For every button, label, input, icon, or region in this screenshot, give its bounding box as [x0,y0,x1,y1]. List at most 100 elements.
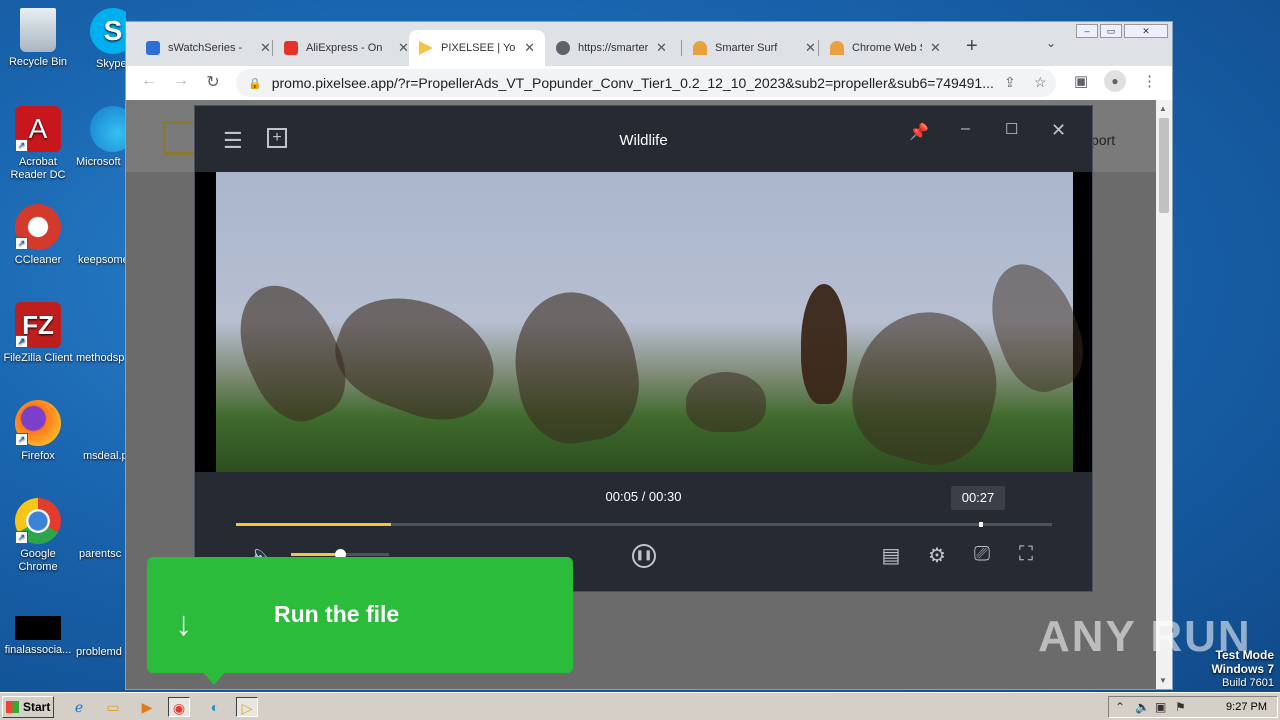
start-label: Start [23,700,51,714]
skype-icon[interactable]: S Skype [76,8,126,71]
finalassocia-icon[interactable]: finalassocia... [0,616,76,657]
tab-label: sWatchSeries - [168,42,243,54]
skype-label: Skype [96,58,126,70]
edge-taskbar-icon[interactable]: ◐ [204,697,226,717]
new-tab-plus-icon[interactable]: + [966,35,978,58]
problemd-label: problemd [76,646,122,658]
tab-strip: sWatchSeries - ✕ AliExpress - On ✕ PIXEL… [126,22,1172,66]
browser-menu-kebab-icon[interactable]: ⋮ [1142,72,1157,90]
action-center-flag-icon[interactable]: ⚑ [1175,700,1186,714]
methodsp-icon[interactable]: methodsp [74,352,124,365]
shortcut-arrow-icon: ↗ [15,433,28,446]
tab-smarter-url[interactable]: https://smarter ✕ [546,30,677,66]
maximize-icon[interactable]: ☐ [1005,120,1018,138]
tab-aliexpress[interactable]: AliExpress - On ✕ [274,30,419,66]
minimize-window-icon[interactable]: – [1076,24,1098,38]
side-panel-icon[interactable]: ▣ [1074,72,1088,90]
settings-gear-icon[interactable]: ⚙ [924,543,950,568]
tab-smarter-surf[interactable]: Smarter Surf ✕ [683,30,826,66]
page-scrollbar[interactable]: ▲ ▼ [1156,100,1172,689]
firefox-icon[interactable]: ↗ Firefox [0,400,76,463]
wildlife-video-frame [216,172,1096,478]
problemd-icon[interactable]: problemd [74,646,124,659]
tray-expand-icon[interactable]: ⌃ [1115,700,1125,714]
scroll-down-icon[interactable]: ▼ [1159,676,1167,685]
fullscreen-icon[interactable]: ⛶ [1013,543,1039,566]
ccleaner-label: CCleaner [14,254,62,266]
close-window-icon[interactable]: ✕ [1124,24,1168,38]
filezilla-label: FileZilla Client [3,352,73,364]
seek-bar-progress [236,523,392,526]
volume-slider[interactable] [291,549,389,560]
acrobat-icon-image: A ↗ [15,106,61,152]
swatchseries-favicon-icon [146,41,160,55]
tab-chrome-web-store[interactable]: Chrome Web S ✕ [820,30,951,66]
tab-close-icon[interactable]: ✕ [656,40,667,56]
pause-button-icon[interactable]: ❚❚ [632,544,656,568]
shortcut-arrow-icon: ↗ [15,531,28,544]
tab-separator [272,40,273,56]
microsoft-label: Microsoft [76,156,121,168]
player-title: Wildlife [619,132,668,149]
shortcut-arrow-icon: ↗ [15,139,28,152]
recycle-bin-icon[interactable]: Recycle Bin [0,8,76,69]
network-tray-icon[interactable]: ▣ [1155,700,1166,714]
seek-hover-marker [978,522,983,527]
system-tray: ⌃ 🔈 ▣ ⚑ 9:27 PM [1108,696,1278,718]
tab-close-icon[interactable]: ✕ [805,40,816,56]
filezilla-icon[interactable]: FZ ↗ FileZilla Client [0,302,76,365]
tab-close-icon[interactable]: ✕ [524,40,535,56]
speaker-tray-icon[interactable]: 🔈 [1135,700,1150,714]
tab-pixelsee[interactable]: PIXELSEE | You ✕ [409,30,545,66]
file-explorer-icon[interactable]: ▭ [102,697,124,717]
close-icon[interactable]: ✕ [1051,120,1066,141]
support-link[interactable]: port [1091,132,1115,148]
scrollbar-thumb[interactable] [1159,118,1169,213]
microsoft-edge-icon[interactable]: Microsoft [76,106,126,169]
start-button[interactable]: Start [2,696,54,718]
pixelsee-taskbar-icon[interactable]: ▷ [236,697,258,717]
cast-icon[interactable]: ⎚ [969,543,995,566]
tab-separator [818,40,819,56]
address-bar[interactable]: 🔒 promo.pixelsee.app/?r=PropellerAds_VT_… [236,69,1056,97]
tab-separator [681,40,682,56]
bookmark-star-icon[interactable]: ☆ [1034,74,1047,91]
restore-window-icon[interactable]: ▭ [1100,24,1122,38]
rainbow-favicon-icon [830,41,844,55]
windows-test-mode-notice: Test Mode Windows 7 Build 7601 [1211,648,1274,690]
google-chrome-icon[interactable]: ↗ Google Chrome [0,498,76,574]
keepsome-icon[interactable]: keepsome [76,254,126,267]
reload-icon[interactable]: ↻ [202,72,224,92]
tab-close-icon[interactable]: ✕ [260,40,271,56]
pin-icon[interactable]: 📌 [909,122,929,142]
parentsc-icon[interactable]: parentsc [78,548,128,561]
ccleaner-icon[interactable]: ↗ CCleaner [0,204,76,267]
media-player-icon[interactable]: ▶ [136,697,158,717]
chrome-taskbar-icon[interactable]: ◉ [168,697,190,717]
clock[interactable]: 9:27 PM [1226,701,1267,713]
subtitles-icon[interactable]: ▤ [878,543,904,568]
tab-label: Chrome Web S [852,42,922,54]
globe-icon [556,41,570,55]
tab-search-chevron-icon[interactable]: ⌄ [1046,36,1056,50]
minimize-icon[interactable]: – [961,120,970,138]
bird-shape [686,372,766,432]
tab-close-icon[interactable]: ✕ [398,40,409,56]
finalassocia-label: finalassocia... [4,644,72,656]
acrobat-reader-icon[interactable]: A ↗ Acrobat Reader DC [0,106,76,182]
video-area[interactable] [195,172,1096,478]
skype-icon-image: S [90,8,126,54]
bird-shape [503,282,649,452]
profile-avatar-icon[interactable]: ● [1104,70,1126,92]
scroll-up-icon[interactable]: ▲ [1159,104,1167,113]
internet-explorer-icon[interactable]: ℯ [68,697,90,717]
run-file-banner[interactable]: ↓ Run the file [147,557,573,685]
back-arrow-icon[interactable]: ← [138,72,160,90]
pixelsee-logo [163,121,197,155]
firefox-icon-image: ↗ [15,400,61,446]
tab-close-icon[interactable]: ✕ [930,40,941,56]
share-icon[interactable]: ⇪ [1004,74,1016,91]
tab-swatchseries[interactable]: sWatchSeries - ✕ [136,30,281,66]
forward-arrow-icon[interactable]: → [170,72,192,90]
seek-bar[interactable] [236,522,1052,527]
